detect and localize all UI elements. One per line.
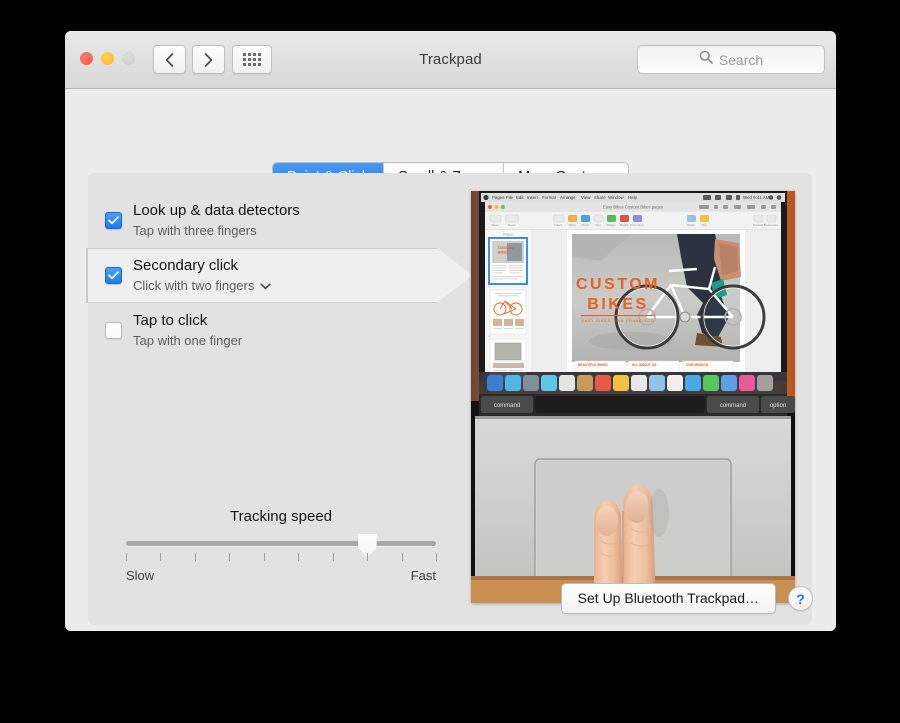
slider-tick [436, 553, 437, 561]
slider-tick [332, 553, 334, 561]
close-button[interactable] [80, 52, 93, 65]
slider-tick [263, 553, 265, 561]
svg-text:ALL ABOUT US: ALL ABOUT US [632, 363, 657, 367]
slider-tick [298, 553, 300, 561]
option-title: Tap to click [133, 312, 208, 329]
slider-tick [160, 553, 162, 561]
footer-actions: Set Up Bluetooth Trackpad… ? [560, 583, 813, 614]
svg-text:BIKES: BIKES [587, 296, 648, 313]
slider-tick [401, 553, 403, 561]
back-button[interactable] [153, 45, 186, 74]
slider-max-label: Fast [410, 568, 436, 583]
system-preferences-window: Trackpad Search Point & Click [65, 31, 836, 631]
option-row-tap-to-click[interactable]: Tap to click Tap with one finger [88, 303, 473, 358]
option-subtitle: Tap with three fingers [133, 222, 300, 240]
option-subtitle: Tap with one finger [133, 332, 242, 350]
svg-text:BEAUTIFUL BIKES: BEAUTIFUL BIKES [578, 363, 608, 367]
svg-text:Chart: Chart [581, 223, 589, 227]
svg-text:Text: Text [595, 223, 601, 227]
desktop-background: Trackpad Search Point & Click [0, 0, 900, 723]
svg-text:CUSTOM: CUSTOM [498, 246, 514, 250]
slider-tick [367, 553, 369, 561]
traffic-light-group [80, 52, 135, 65]
checkbox-look-up[interactable] [105, 212, 122, 229]
svg-text:View: View [492, 223, 499, 227]
slider-tick [126, 553, 127, 561]
svg-text:BIKES: BIKES [498, 251, 510, 255]
svg-text:Format: Format [753, 223, 763, 227]
svg-text:Format: Format [542, 195, 557, 200]
svg-text:Media: Media [620, 223, 629, 227]
slider-min-label: Slow [126, 568, 155, 583]
tracking-speed-label: Tracking speed [230, 508, 332, 525]
search-field[interactable]: Search [637, 45, 825, 74]
svg-text:Pages: Pages [492, 195, 505, 200]
svg-text:command: command [720, 403, 746, 409]
svg-text:Share: Share [594, 195, 606, 200]
svg-text:Wed 9:41 AM: Wed 9:41 AM [743, 195, 770, 200]
help-button[interactable]: ? [788, 586, 813, 611]
search-icon [699, 50, 713, 69]
tracking-speed-control: Tracking speed Slow Fast [126, 508, 437, 586]
slider-end-labels: Slow Fast [126, 568, 436, 586]
svg-text:Pages: Pages [503, 233, 513, 237]
svg-text:EASY BIKES, SAN FRANCISCO: EASY BIKES, SAN FRANCISCO [582, 319, 655, 323]
navigation-buttons [153, 45, 225, 74]
search-input[interactable]: Search [719, 52, 763, 68]
forward-button[interactable] [192, 45, 225, 74]
chevron-right-icon [204, 52, 213, 67]
option-subtitle-text: Click with two fingers [133, 278, 255, 293]
option-subtitle-text: Tap with one finger [133, 333, 243, 348]
svg-text:Zoom: Zoom [508, 223, 516, 227]
option-subtitle-text: Tap with three fingers [133, 223, 257, 238]
window-titlebar: Trackpad Search [65, 31, 836, 89]
set-up-bluetooth-trackpad-button[interactable]: Set Up Bluetooth Trackpad… [560, 583, 776, 614]
svg-text:CUSTOM: CUSTOM [576, 276, 660, 293]
svg-text:Easy Bikes Custom Bikes.pages: Easy Bikes Custom Bikes.pages [603, 205, 663, 210]
checkbox-tap-to-click[interactable] [105, 322, 122, 339]
chevron-down-icon[interactable] [260, 277, 271, 295]
svg-text:File: File [506, 195, 514, 200]
slider-tick-marks [126, 553, 437, 565]
svg-text:Arrange: Arrange [560, 195, 576, 200]
option-row-look-up[interactable]: Look up & data detectors Tap with three … [88, 193, 473, 248]
svg-text:View: View [581, 195, 591, 200]
svg-text:Comment: Comment [630, 223, 644, 227]
minimize-button[interactable] [101, 52, 114, 65]
svg-text:Document: Document [764, 223, 778, 227]
tracking-speed-slider[interactable] [126, 534, 436, 558]
chevron-left-icon [165, 52, 174, 67]
checkbox-secondary-click[interactable] [105, 267, 122, 284]
svg-text:Help: Help [628, 195, 638, 200]
svg-text:Tips: Tips [701, 223, 707, 227]
window-body: Point & Click Scroll & Zoom More Gesture… [65, 89, 836, 631]
svg-text:Edit: Edit [516, 195, 524, 200]
svg-text:OUR MISSION: OUR MISSION [686, 363, 709, 367]
option-subtitle[interactable]: Click with two fingers [133, 277, 271, 295]
svg-text:Shape: Shape [607, 223, 616, 227]
svg-text:Table: Table [568, 223, 576, 227]
svg-text:Share: Share [687, 223, 696, 227]
slider-tick [229, 553, 231, 561]
svg-text:command: command [494, 403, 520, 409]
gesture-preview-video[interactable]: Pages File Edit Insert Format Arrange View Sh… [471, 191, 795, 603]
preview-illustration: Pages File Edit Insert Format Arrange View Sh… [471, 191, 795, 603]
zoom-button[interactable] [122, 52, 135, 65]
settings-panel: Look up & data detectors Tap with three … [88, 173, 812, 625]
svg-text:Insert: Insert [554, 223, 562, 227]
option-title: Look up & data detectors [133, 202, 300, 219]
svg-text:option: option [770, 403, 786, 409]
show-all-button[interactable] [232, 45, 272, 74]
slider-tick [194, 553, 196, 561]
grid-icon [243, 53, 261, 66]
svg-text:Insert: Insert [527, 195, 539, 200]
option-title: Secondary click [133, 257, 239, 274]
gesture-option-list: Look up & data detectors Tap with three … [88, 193, 473, 358]
option-row-secondary-click[interactable]: Secondary click Click with two fingers [88, 248, 473, 303]
svg-text:Window: Window [608, 195, 624, 200]
